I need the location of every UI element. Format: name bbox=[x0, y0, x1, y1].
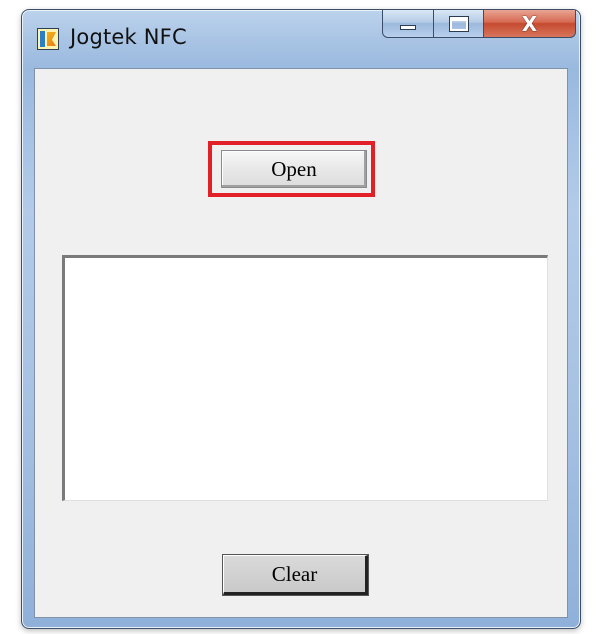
minimize-button[interactable] bbox=[382, 10, 434, 38]
window-title: Jogtek NFC bbox=[70, 25, 187, 49]
caption-buttons: X bbox=[382, 10, 576, 43]
jogtek-app-icon[interactable] bbox=[37, 28, 59, 50]
minimize-icon bbox=[400, 25, 416, 30]
app-icon-mark bbox=[47, 32, 56, 46]
app-window: Jogtek NFC X Open Clear bbox=[21, 9, 581, 629]
client-area: Open Clear bbox=[34, 68, 568, 618]
close-button[interactable]: X bbox=[484, 10, 576, 38]
clear-button[interactable]: Clear bbox=[222, 554, 369, 596]
maximize-icon bbox=[448, 15, 469, 32]
maximize-button[interactable] bbox=[434, 10, 484, 38]
app-icon-bar bbox=[40, 31, 45, 47]
close-icon: X bbox=[521, 11, 538, 36]
open-button[interactable]: Open bbox=[221, 150, 367, 188]
title-bar[interactable]: Jogtek NFC X bbox=[22, 10, 580, 68]
output-listbox[interactable] bbox=[62, 255, 548, 501]
